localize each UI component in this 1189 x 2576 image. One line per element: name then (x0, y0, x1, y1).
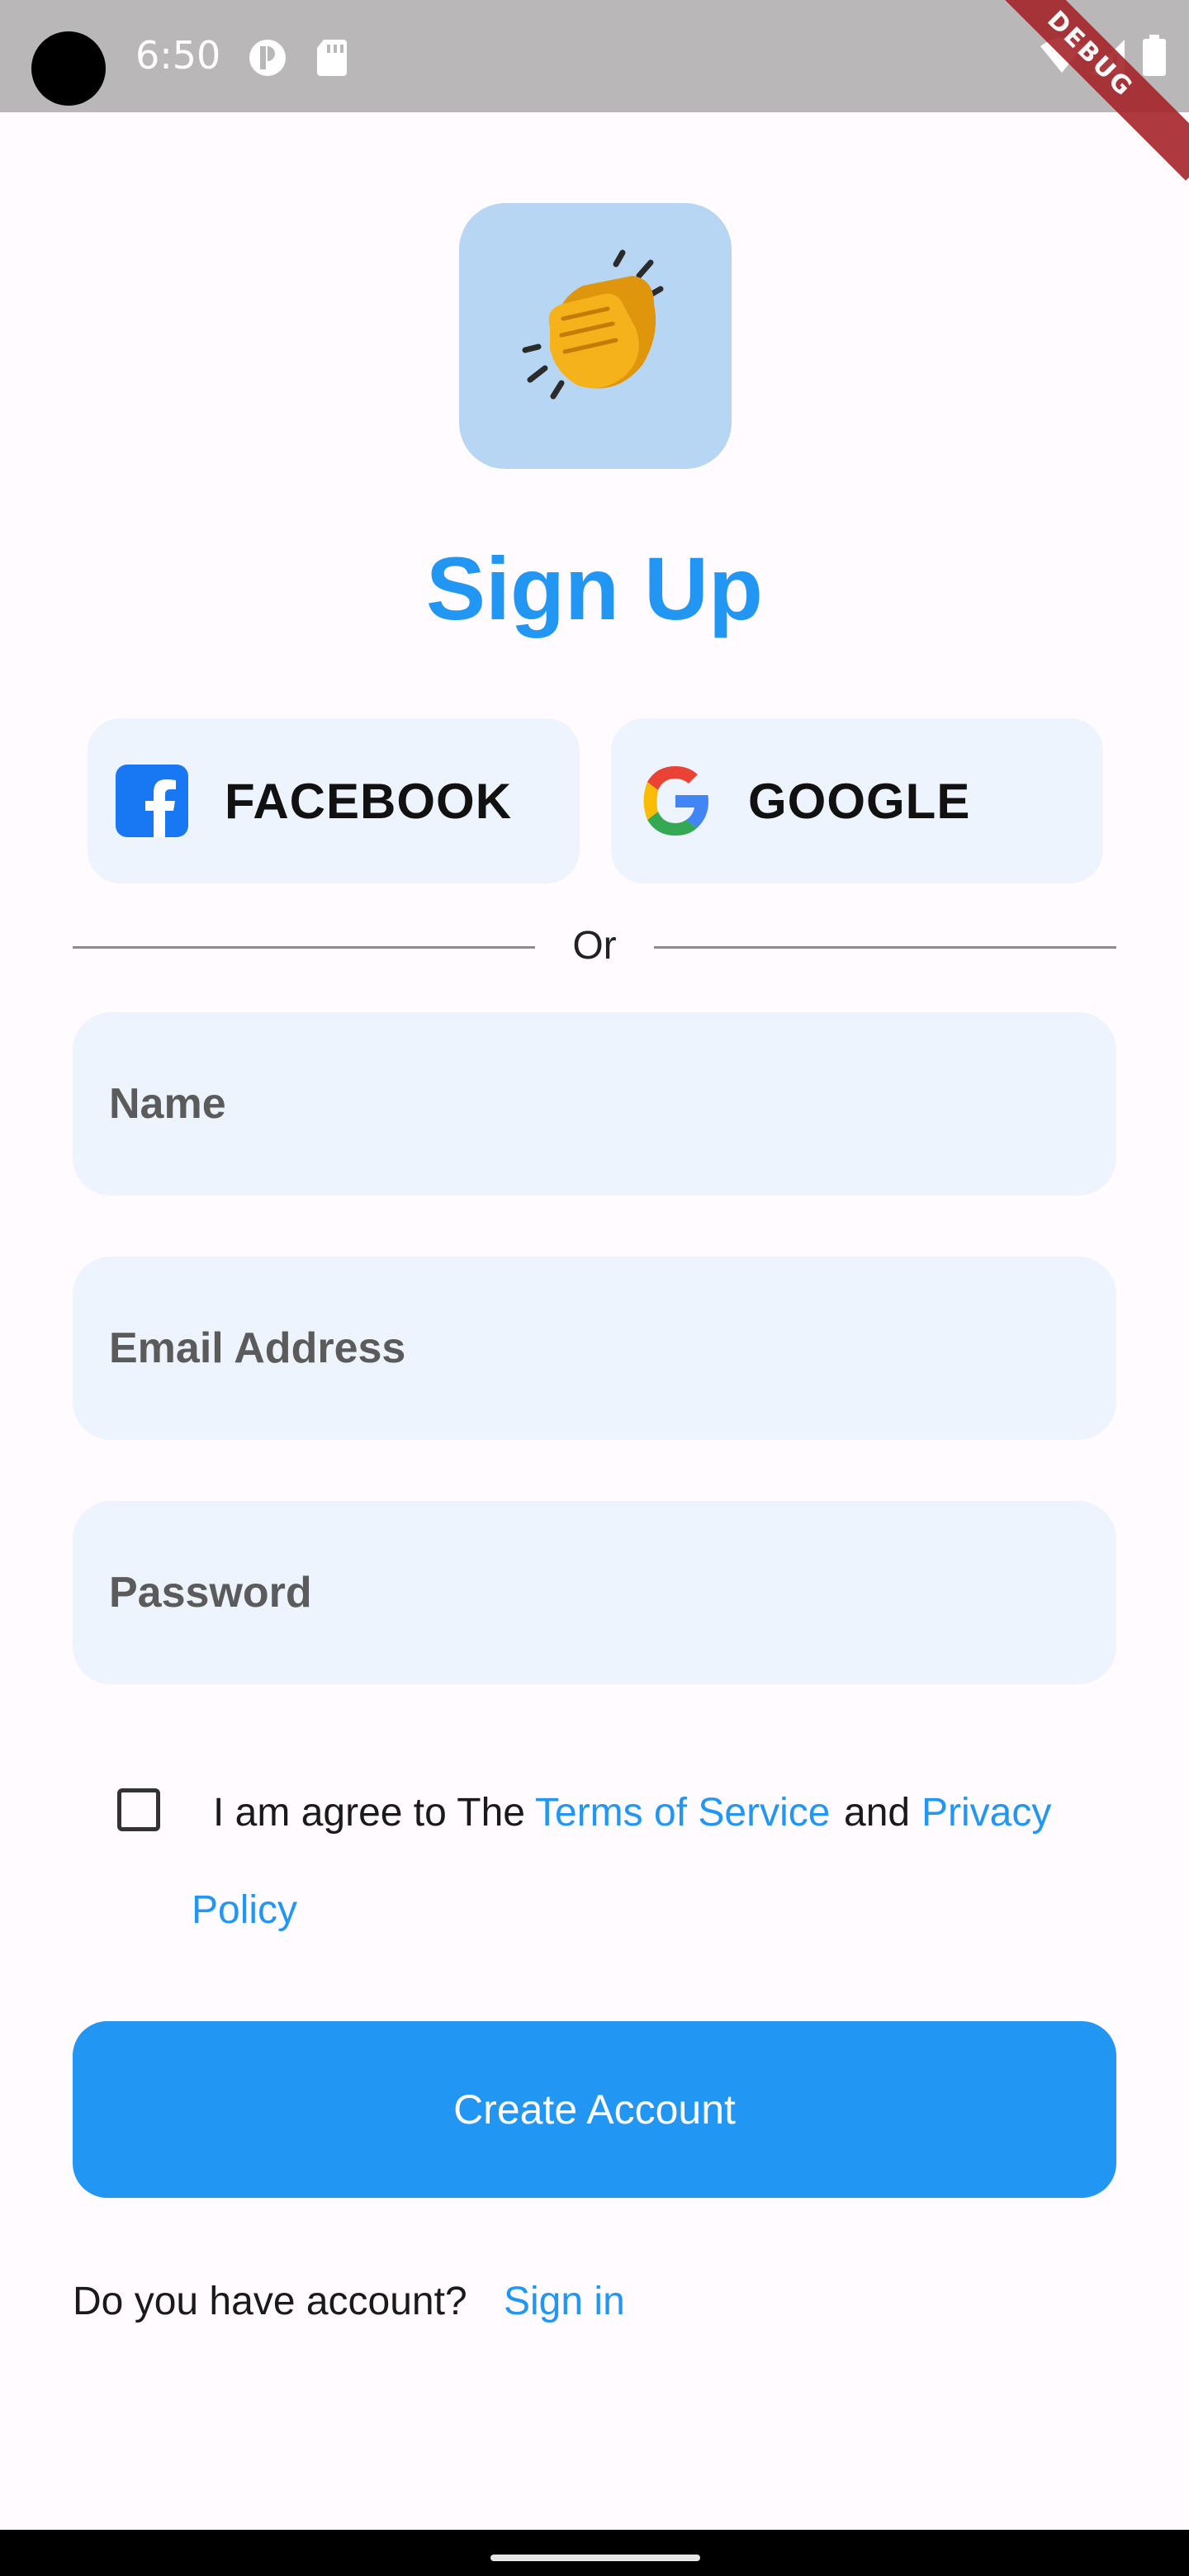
system-navigation-bar (0, 2530, 1189, 2576)
google-icon (643, 766, 708, 836)
app-logo (459, 203, 732, 469)
divider-or-text: Or (572, 924, 617, 968)
home-gesture-handle[interactable] (490, 2555, 700, 2561)
notification-app-icon (249, 40, 286, 76)
facebook-signin-button[interactable]: FACEBOOK (88, 718, 580, 883)
google-button-label: GOOGLE (748, 774, 971, 829)
email-field (73, 1257, 1116, 1440)
email-input[interactable] (73, 1257, 1116, 1440)
terms-of-service-link[interactable]: Terms of Service (535, 1790, 830, 1835)
sd-card-icon (317, 40, 347, 76)
have-account-prompt: Do you have account? (73, 2280, 467, 2323)
password-field (73, 1501, 1116, 1684)
status-bar: 6:50 DEBUG (0, 0, 1189, 181)
debug-banner: DEBUG (964, 0, 1189, 181)
create-account-button[interactable]: Create Account (73, 2021, 1116, 2198)
battery-icon (1143, 35, 1166, 76)
status-time: 6:50 (135, 33, 221, 78)
facebook-icon (116, 765, 188, 837)
divider-right (654, 946, 1116, 949)
google-signin-button[interactable]: GOOGLE (611, 718, 1103, 883)
camera-cutout (31, 31, 106, 106)
terms-prefix: I am agree to The (213, 1791, 525, 1835)
name-field (73, 1012, 1116, 1196)
signin-link[interactable]: Sign in (504, 2279, 625, 2324)
facebook-button-label: FACEBOOK (225, 774, 513, 829)
password-input[interactable] (73, 1501, 1116, 1684)
privacy-policy-link-continued[interactable]: Policy (192, 1887, 297, 1933)
privacy-policy-link[interactable]: Privacy (921, 1790, 1051, 1835)
terms-text: I am agree to The Terms of Service and P… (0, 1783, 1189, 1949)
divider-left (73, 946, 535, 949)
clapping-hands-icon (522, 249, 664, 400)
terms-conjunction: and (844, 1791, 911, 1835)
name-input[interactable] (73, 1012, 1116, 1196)
page-title: Sign Up (426, 538, 763, 638)
